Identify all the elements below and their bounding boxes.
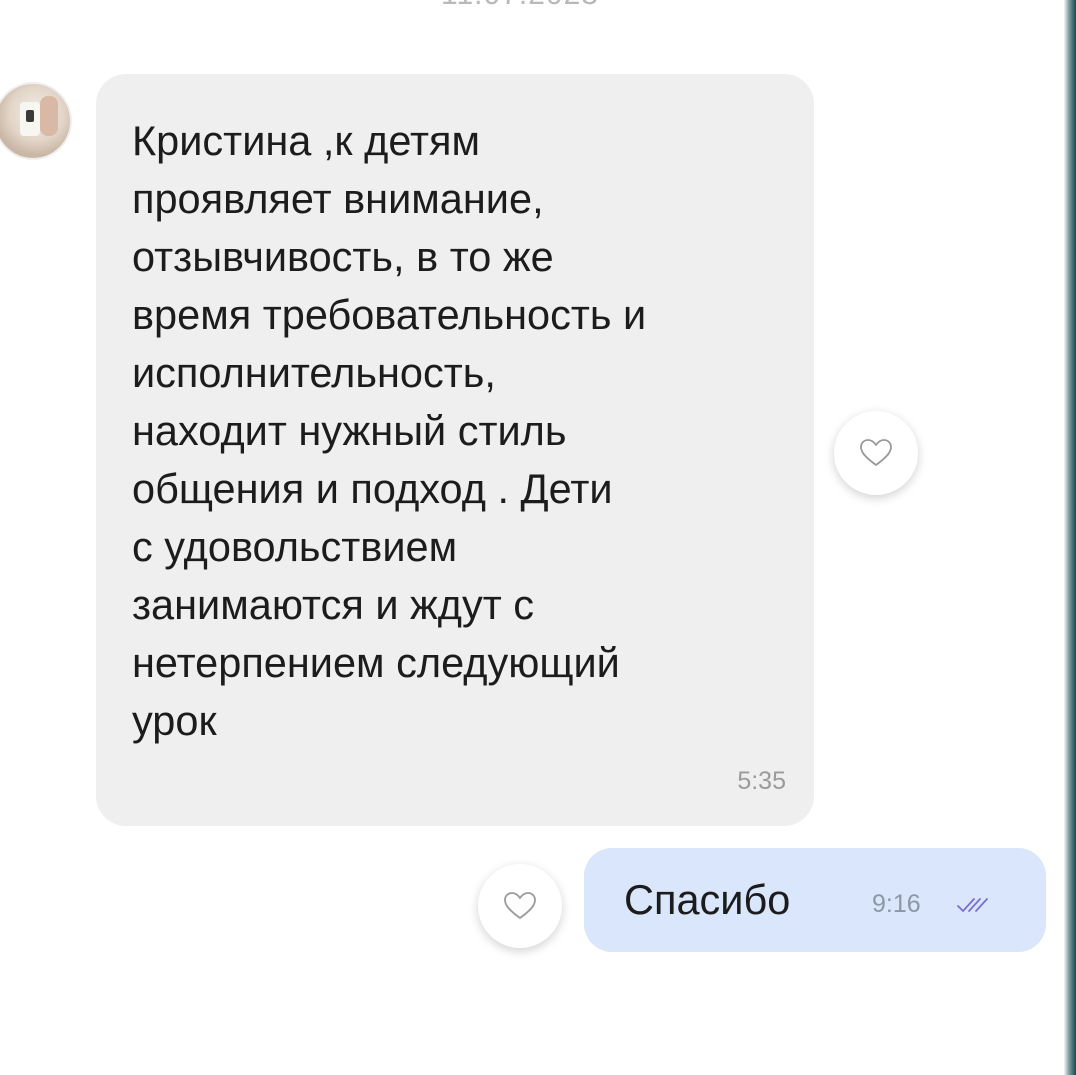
outgoing-message-text: Спасибо xyxy=(624,876,791,923)
outgoing-message-bubble[interactable]: Спасибо 9:16 xyxy=(584,848,1046,952)
date-separator: 11.07.2023 xyxy=(0,0,1040,12)
incoming-message-time: 5:35 xyxy=(737,767,786,795)
incoming-message-bubble[interactable]: Кристина ,к детям проявляет внимание, от… xyxy=(96,74,814,826)
incoming-message-text: Кристина ,к детям проявляет внимание, от… xyxy=(132,117,647,744)
avatar[interactable] xyxy=(0,82,72,160)
heart-outline-icon xyxy=(860,439,892,466)
window-edge xyxy=(1064,0,1076,1075)
like-button-incoming[interactable] xyxy=(834,411,918,495)
double-check-icon xyxy=(957,898,988,912)
outgoing-message-time: 9:16 xyxy=(872,890,921,918)
heart-outline-icon xyxy=(504,892,536,919)
like-button-outgoing[interactable] xyxy=(478,864,562,948)
